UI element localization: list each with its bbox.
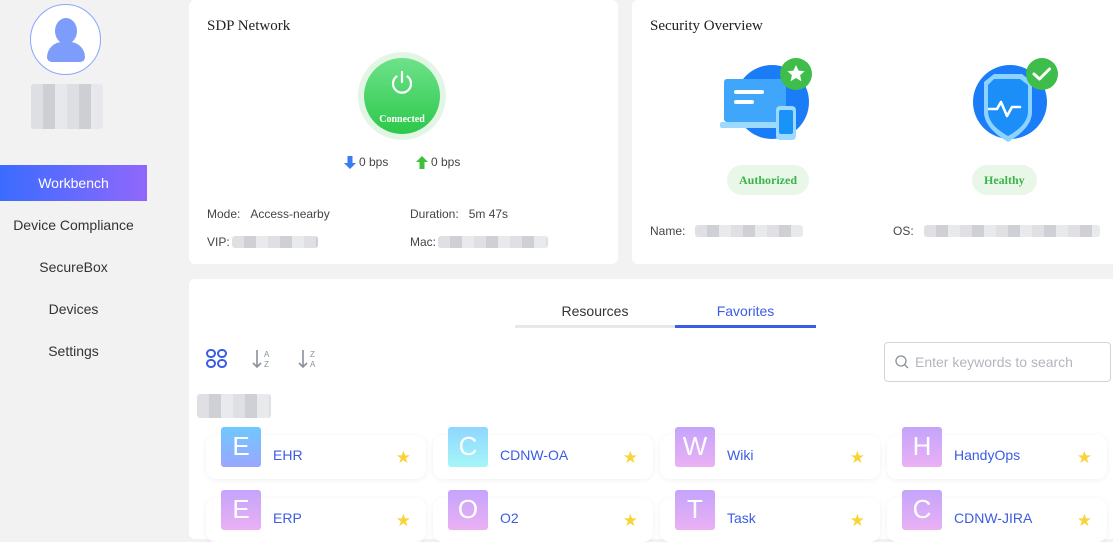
app-letter-icon: E xyxy=(221,490,261,530)
resources-panel: Resources Favorites A Z Z A E EHR ★ C CDNW-… xyxy=(189,279,1113,542)
search-box[interactable] xyxy=(884,342,1111,382)
sidebar-item-workbench[interactable]: Workbench xyxy=(0,165,147,201)
mac-row: Mac: xyxy=(410,235,549,249)
svg-text:A: A xyxy=(310,360,316,369)
sidebar-nav: Workbench Device Compliance SecureBox De… xyxy=(0,165,147,375)
group-label-redacted xyxy=(197,394,271,418)
mode-row: Mode: Access-nearby xyxy=(207,207,330,221)
grid-view-icon[interactable] xyxy=(205,347,229,371)
app-letter-icon: H xyxy=(902,427,942,467)
app-name: CDNW-JIRA xyxy=(954,510,1033,526)
mac-label: Mac: xyxy=(410,235,437,249)
duration-row: Duration: 5m 47s xyxy=(410,207,508,221)
authorized-device-icon xyxy=(720,58,812,142)
security-overview-card: Security Overview Authorized Healthy Nam… xyxy=(632,0,1113,264)
app-letter-icon: O xyxy=(448,490,488,530)
upload-arrow-icon xyxy=(416,155,428,169)
favorite-star-icon[interactable]: ★ xyxy=(396,511,411,531)
view-toolbar: A Z Z A xyxy=(205,347,321,371)
user-icon-head xyxy=(55,18,77,44)
svg-text:A: A xyxy=(264,350,270,359)
app-letter-icon: C xyxy=(902,490,942,530)
download-arrow-icon xyxy=(344,155,356,169)
app-tile[interactable]: E EHR ★ xyxy=(206,427,426,479)
authorized-badge: Authorized xyxy=(727,165,809,195)
duration-label: Duration: xyxy=(410,207,459,221)
upload-speed-value: 0 bps xyxy=(431,155,461,169)
app-tile[interactable]: H HandyOps ★ xyxy=(887,427,1107,479)
sort-z-a-icon[interactable]: Z A xyxy=(297,347,321,371)
user-icon-body xyxy=(47,42,85,62)
app-tile[interactable]: T Task ★ xyxy=(660,490,880,542)
upload-speed: 0 bps xyxy=(416,155,460,169)
favorite-star-icon[interactable]: ★ xyxy=(1077,511,1092,531)
device-name-redacted xyxy=(695,225,804,237)
sidebar-item-devices[interactable]: Devices xyxy=(0,291,147,327)
search-icon xyxy=(895,355,909,369)
power-ring: Connected xyxy=(358,52,446,140)
tab-favorites[interactable]: Favorites xyxy=(675,303,816,328)
os-row: OS: xyxy=(893,224,1100,238)
app-name: EHR xyxy=(273,447,303,463)
mode-label: Mode: xyxy=(207,207,241,221)
healthy-shield-icon xyxy=(970,58,1058,142)
app-letter-icon: C xyxy=(448,427,488,467)
security-card-title: Security Overview xyxy=(650,18,763,34)
app-tile[interactable]: E ERP ★ xyxy=(206,490,426,542)
avatar[interactable] xyxy=(30,4,101,75)
vip-value-redacted xyxy=(231,236,318,248)
sidebar-item-settings[interactable]: Settings xyxy=(0,333,147,369)
favorite-star-icon[interactable]: ★ xyxy=(1077,448,1092,468)
favorite-star-icon[interactable]: ★ xyxy=(396,448,411,468)
app-name: O2 xyxy=(500,510,519,526)
favorite-star-icon[interactable]: ★ xyxy=(850,511,865,531)
svg-text:Z: Z xyxy=(264,360,269,369)
mode-value: Access-nearby xyxy=(250,207,330,221)
app-name: CDNW-OA xyxy=(500,447,569,463)
app-tile[interactable]: W Wiki ★ xyxy=(660,427,880,479)
download-speed: 0 bps xyxy=(344,155,388,169)
app-letter-icon: T xyxy=(675,490,715,530)
sdp-network-card: SDP Network Connected 0 bps 0 bps Mode: A… xyxy=(189,0,618,264)
svg-text:Z: Z xyxy=(310,350,315,359)
download-speed-value: 0 bps xyxy=(359,155,389,169)
app-tile[interactable]: C CDNW-JIRA ★ xyxy=(887,490,1107,542)
resource-tabs: Resources Favorites xyxy=(515,303,816,328)
search-input[interactable] xyxy=(915,354,1105,370)
app-grid: E EHR ★ C CDNW-OA ★ W Wiki ★ H HandyOps ★ E ERP ★ … xyxy=(206,427,1107,542)
connect-toggle-button[interactable]: Connected xyxy=(364,58,440,134)
mac-value-redacted xyxy=(438,236,549,248)
app-tile[interactable]: C CDNW-OA ★ xyxy=(433,427,653,479)
device-name-row: Name: xyxy=(650,224,804,238)
app-name: Task xyxy=(727,510,756,526)
sort-a-z-icon[interactable]: A Z xyxy=(251,347,275,371)
os-label: OS: xyxy=(893,224,914,238)
healthy-badge: Healthy xyxy=(972,165,1037,195)
sdp-card-title: SDP Network xyxy=(207,18,291,34)
power-icon xyxy=(391,70,413,94)
user-name-redacted xyxy=(31,84,103,129)
app-name: ERP xyxy=(273,510,302,526)
vip-row: VIP: xyxy=(207,235,318,249)
app-name: Wiki xyxy=(727,447,754,463)
tab-resources[interactable]: Resources xyxy=(515,303,675,328)
favorite-star-icon[interactable]: ★ xyxy=(623,448,638,468)
app-tile[interactable]: O O2 ★ xyxy=(433,490,653,542)
sidebar: Workbench Device Compliance SecureBox De… xyxy=(0,0,165,527)
app-letter-icon: E xyxy=(221,427,261,467)
duration-value: 5m 47s xyxy=(468,207,509,221)
sidebar-item-device-compliance[interactable]: Device Compliance xyxy=(0,207,147,243)
favorite-star-icon[interactable]: ★ xyxy=(850,448,865,468)
device-name-label: Name: xyxy=(650,224,686,238)
app-letter-icon: W xyxy=(675,427,715,467)
connection-status: Connected xyxy=(379,114,425,125)
app-name: HandyOps xyxy=(954,447,1021,463)
favorite-star-icon[interactable]: ★ xyxy=(623,511,638,531)
os-value-redacted xyxy=(923,225,1100,237)
sidebar-item-securebox[interactable]: SecureBox xyxy=(0,249,147,285)
vip-label: VIP: xyxy=(207,235,230,249)
